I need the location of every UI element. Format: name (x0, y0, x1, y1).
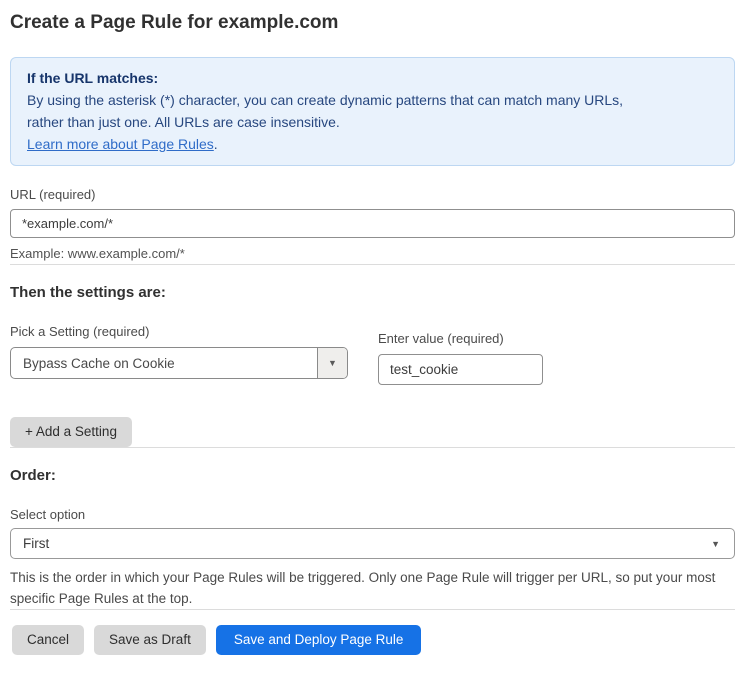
info-box-heading: If the URL matches: (27, 67, 718, 89)
create-page-rule-form: Create a Page Rule for example.com If th… (0, 0, 750, 688)
url-input[interactable] (10, 209, 735, 238)
learn-more-link[interactable]: Learn more about Page Rules (27, 136, 214, 152)
setting-picker-column: Pick a Setting (required) Bypass Cache o… (10, 324, 348, 379)
page-title: Create a Page Rule for example.com (10, 12, 735, 34)
order-help-text: This is the order in which your Page Rul… (10, 567, 725, 609)
divider (10, 609, 735, 610)
setting-select[interactable]: Bypass Cache on Cookie ▼ (10, 347, 348, 379)
order-select-value: First (23, 536, 49, 551)
setting-select-dropdown-button[interactable]: ▼ (317, 348, 347, 378)
settings-row: Pick a Setting (required) Bypass Cache o… (10, 324, 735, 385)
caret-down-icon: ▼ (711, 539, 720, 549)
order-select[interactable]: First ▼ (10, 528, 735, 559)
divider (10, 264, 735, 265)
save-and-deploy-button[interactable]: Save and Deploy Page Rule (216, 625, 422, 655)
setting-value-label: Enter value (required) (378, 331, 543, 346)
info-box-body-line-2: rather than just one. All URLs are case … (27, 111, 718, 133)
setting-value-input[interactable] (378, 354, 543, 385)
order-select-label: Select option (10, 507, 735, 522)
info-box-body-line-1: By using the asterisk (*) character, you… (27, 89, 718, 111)
setting-picker-label: Pick a Setting (required) (10, 324, 348, 339)
save-as-draft-button[interactable]: Save as Draft (94, 625, 206, 655)
form-actions: Cancel Save as Draft Save and Deploy Pag… (10, 625, 735, 655)
link-suffix: . (214, 136, 218, 152)
settings-section-heading: Then the settings are: (10, 284, 735, 301)
setting-select-value: Bypass Cache on Cookie (11, 348, 317, 378)
cancel-button[interactable]: Cancel (12, 625, 84, 655)
divider (10, 447, 735, 448)
add-setting-button[interactable]: + Add a Setting (10, 417, 132, 447)
url-field-label: URL (required) (10, 187, 735, 202)
setting-value-column: Enter value (required) (378, 331, 543, 385)
url-example-text: Example: www.example.com/* (10, 244, 735, 264)
caret-down-icon: ▼ (328, 358, 337, 368)
info-box-link-line: Learn more about Page Rules. (27, 133, 718, 155)
url-match-info-box: If the URL matches: By using the asteris… (10, 57, 735, 166)
order-section-heading: Order: (10, 467, 735, 484)
